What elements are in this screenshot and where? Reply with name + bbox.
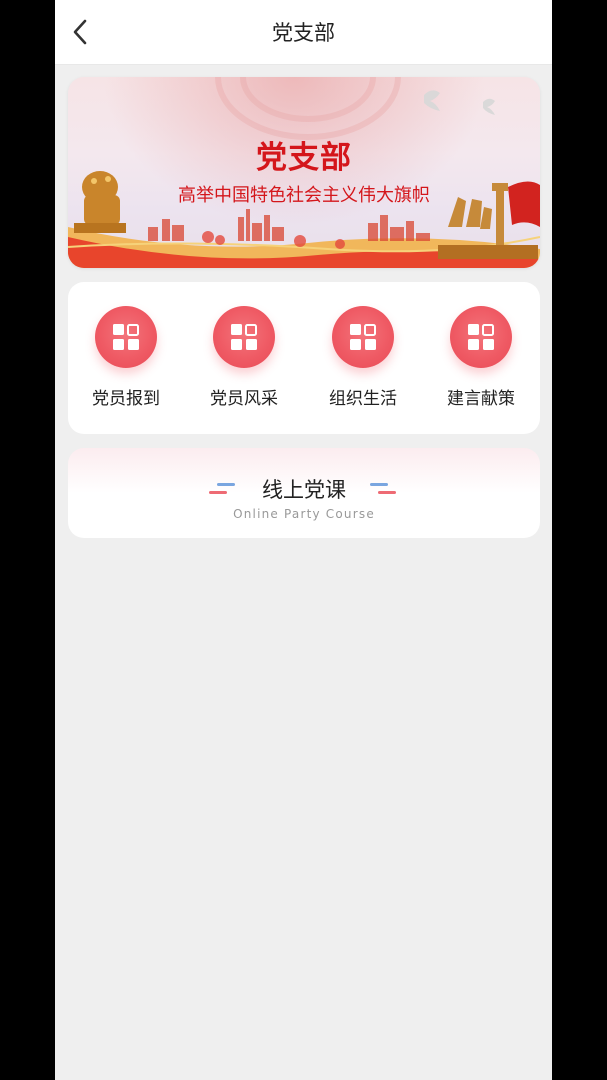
app-screen: 党支部 党支部 高举中国特色社会主义伟大旗帜 党员报到 党员风采 组织生活 建言…	[55, 0, 552, 1080]
quick-menu-card: 党员报到 党员风采 组织生活 建言献策	[68, 282, 540, 434]
section-title: 线上党课	[262, 478, 346, 502]
menu-item-label: 建言献策	[447, 389, 515, 409]
grid-icon	[213, 306, 275, 368]
menu-item-org-life[interactable]: 组织生活	[313, 306, 413, 409]
banner-subtitle: 高举中国特色社会主义伟大旗帜	[178, 185, 430, 206]
menu-item-label: 党员报到	[92, 389, 160, 409]
hero-banner[interactable]: 党支部 高举中国特色社会主义伟大旗帜	[68, 77, 540, 268]
city-skyline	[148, 209, 430, 241]
grid-icon	[450, 306, 512, 368]
menu-item-label: 组织生活	[329, 389, 397, 409]
menu-item-member-style[interactable]: 党员风采	[194, 306, 294, 409]
menu-item-suggestions[interactable]: 建言献策	[431, 306, 531, 409]
top-navbar: 党支部	[55, 0, 552, 65]
dove-icon	[424, 90, 495, 115]
banner-title: 党支部	[256, 140, 352, 176]
page-title: 党支部	[272, 21, 335, 45]
section-subtitle: Online Party Course	[233, 507, 375, 521]
decor-dash-icon	[370, 483, 396, 494]
online-course-section[interactable]: 线上党课 Online Party Course	[68, 448, 540, 538]
menu-item-label: 党员风采	[210, 389, 278, 409]
menu-item-member-report[interactable]: 党员报到	[76, 306, 176, 409]
grid-icon	[332, 306, 394, 368]
grid-icon	[95, 306, 157, 368]
